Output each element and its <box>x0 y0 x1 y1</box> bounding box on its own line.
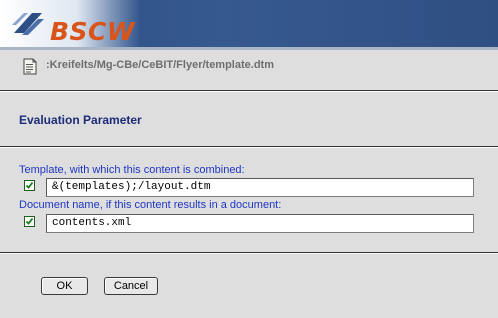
bscw-logo[interactable]: BSCW <box>10 9 140 46</box>
document-name-label: Document name, if this content results i… <box>19 199 282 211</box>
checkmark-icon <box>25 217 34 225</box>
checkmark-icon <box>25 181 34 189</box>
template-input[interactable]: &(templates);/layout.dtm <box>46 178 474 197</box>
document-icon <box>23 58 37 75</box>
document-name-checkbox[interactable] <box>24 216 35 227</box>
logo-swoosh-icon <box>12 13 44 35</box>
divider-bottom-highlight <box>0 253 498 254</box>
location-path[interactable]: :Kreifelts/Mg-CBe/CeBIT/Flyer/template.d… <box>46 59 274 71</box>
location-bar: :Kreifelts/Mg-CBe/CeBIT/Flyer/template.d… <box>0 50 498 88</box>
page: BSCW :Kreifelts/Mg-CBe/CeBIT/Flyer/templ… <box>0 0 498 318</box>
header-banner: BSCW <box>0 0 498 47</box>
divider-top-highlight <box>0 91 498 92</box>
document-name-input[interactable]: contents.xml <box>46 214 474 233</box>
ok-button[interactable]: OK <box>41 277 88 295</box>
cancel-button[interactable]: Cancel <box>104 277 158 295</box>
template-checkbox[interactable] <box>24 180 35 191</box>
logo-text: BSCW <box>50 17 135 46</box>
section-title: Evaluation Parameter <box>19 113 142 127</box>
template-label: Template, with which this content is com… <box>19 164 245 176</box>
divider-mid-highlight <box>0 147 498 148</box>
